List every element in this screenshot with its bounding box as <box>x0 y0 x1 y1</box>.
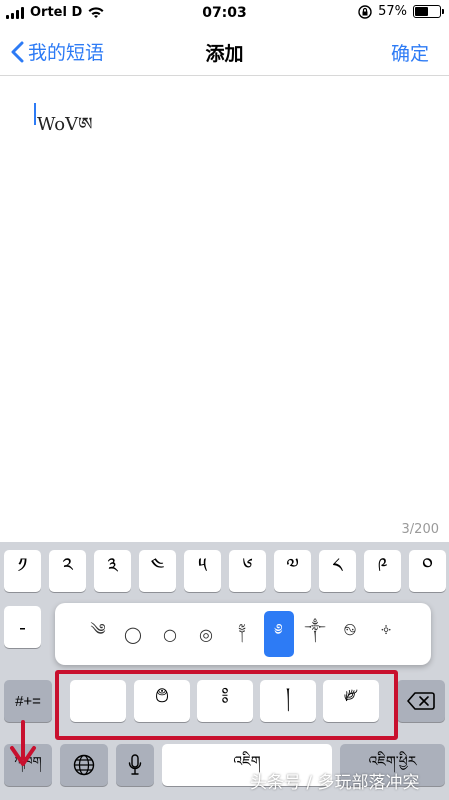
rotation-lock-icon <box>358 4 372 19</box>
char-count: 3/200 <box>401 522 439 537</box>
page-title: 添加 <box>205 43 244 65</box>
phrase-text-area[interactable]: WoVཨ 3/200 <box>0 77 449 542</box>
phrase-text: WoVཨ <box>37 114 93 135</box>
globe-key[interactable] <box>60 744 108 786</box>
variant-1[interactable]: ◯ <box>118 611 148 657</box>
key-digit-3[interactable]: ༣ <box>94 550 131 592</box>
key-digit-8[interactable]: ༨ <box>319 550 356 592</box>
backspace-icon <box>407 692 435 710</box>
variant-8[interactable]: ༓ <box>371 611 401 657</box>
highlight-annotation <box>55 670 398 740</box>
variant-3[interactable]: ◎ <box>191 611 221 657</box>
status-bar: Ortel D 07:03 57% <box>0 0 449 26</box>
variant-4[interactable]: ༈ <box>227 611 257 657</box>
globe-icon <box>73 754 95 776</box>
variant-5-selected[interactable]: ༅ <box>264 611 294 657</box>
status-right: 57% <box>358 4 444 19</box>
key-digit-1[interactable]: ༡ <box>4 550 41 592</box>
battery-icon <box>413 5 444 18</box>
variant-6[interactable]: ༒ <box>300 611 330 657</box>
key-digit-2[interactable]: ༢ <box>49 550 86 592</box>
key-digit-4[interactable]: ༤ <box>139 550 176 592</box>
watermark: 头条号 / 多玩部落冲突 <box>250 773 420 793</box>
key-variant-popup: ༄ ◯ ○ ◎ ༈ ༅ ༒ ࿊ ༓ <box>55 603 431 665</box>
variant-2[interactable]: ○ <box>155 611 185 657</box>
microphone-icon <box>128 754 142 775</box>
text-cursor <box>34 103 36 125</box>
delete-key[interactable] <box>397 680 445 722</box>
key-dash[interactable]: - <box>4 606 41 648</box>
variant-0[interactable]: ༄ <box>83 611 113 657</box>
battery-percent: 57% <box>378 4 407 19</box>
symbols-key[interactable]: #+= <box>4 680 52 722</box>
variant-7[interactable]: ࿊ <box>335 611 365 657</box>
key-digit-5[interactable]: ༥ <box>184 550 221 592</box>
done-button[interactable]: 确定 <box>391 39 429 66</box>
arrow-down-icon <box>10 720 36 766</box>
nav-bar: 我的短语 添加 确定 <box>0 26 449 76</box>
key-digit-7[interactable]: ༧ <box>274 550 311 592</box>
key-digit-9[interactable]: ༩ <box>364 550 401 592</box>
key-digit-6[interactable]: ༦ <box>229 550 266 592</box>
dictation-key[interactable] <box>116 744 154 786</box>
key-digit-0[interactable]: ༠ <box>409 550 446 592</box>
